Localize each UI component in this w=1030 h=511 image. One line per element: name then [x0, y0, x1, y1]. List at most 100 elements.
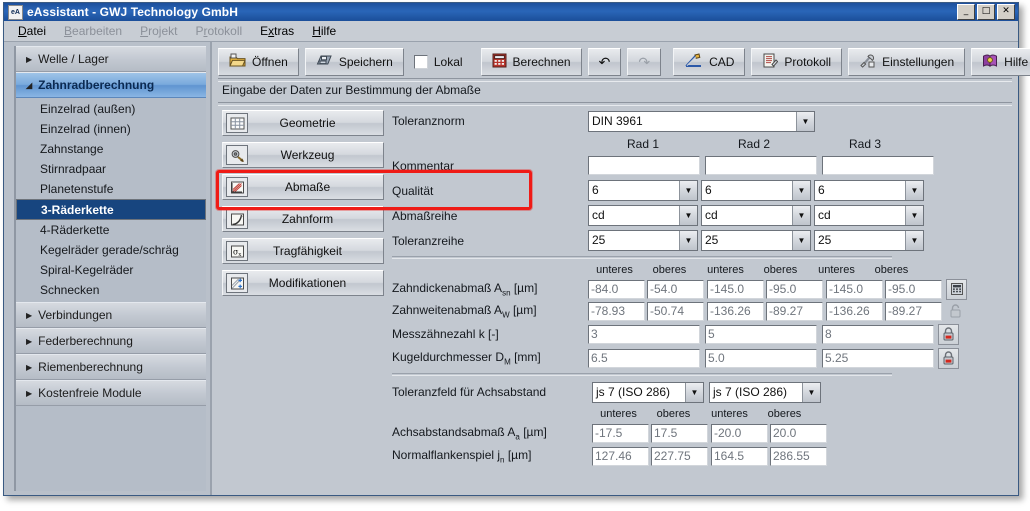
sidebar-group-verbindungen[interactable]: ▶ Verbindungen: [16, 302, 206, 328]
messzaehnezahl-input-rad2[interactable]: 5: [705, 325, 817, 344]
chevron-down-icon[interactable]: ▼: [905, 206, 923, 225]
zahndicke-input-3[interactable]: -145.0: [707, 280, 764, 299]
abmassreihe-select-rad1[interactable]: cd ▼: [588, 205, 698, 226]
maximize-button[interactable]: □: [977, 4, 995, 20]
kommentar-input-rad3[interactable]: [822, 156, 934, 175]
achsabstand-input-1[interactable]: -17.5: [592, 424, 649, 443]
zahnweite-input-5[interactable]: -136.26: [826, 302, 883, 321]
zahndicke-input-6[interactable]: -95.0: [885, 280, 942, 299]
zahndicke-input-5[interactable]: -145.0: [826, 280, 883, 299]
abmassreihe-select-rad3[interactable]: cd ▼: [814, 205, 924, 226]
zahnweite-input-3[interactable]: -136.26: [707, 302, 764, 321]
chevron-down-icon[interactable]: ▼: [679, 231, 697, 250]
minimize-button[interactable]: _: [957, 4, 975, 20]
toleranzreihe-select-rad3[interactable]: 25 ▼: [814, 230, 924, 251]
zahndicke-calculator-button[interactable]: [946, 279, 967, 300]
menu-item-datei[interactable]: DDateiatei: [18, 24, 46, 38]
zahndicke-input-2[interactable]: -54.0: [647, 280, 704, 299]
toleranzreihe-select-rad2[interactable]: 25 ▼: [701, 230, 811, 251]
kugeldurchmesser-input-rad1[interactable]: 6.5: [588, 349, 700, 368]
qualitaet-select-rad3[interactable]: 6 ▼: [814, 180, 924, 201]
cad-button[interactable]: CAD: [673, 48, 745, 76]
sidebar-group-riemenberechnung[interactable]: ▶ Riemenberechnung: [16, 354, 206, 380]
chevron-down-icon[interactable]: ▼: [685, 383, 703, 402]
chevron-down-icon[interactable]: ▼: [796, 112, 814, 131]
messzaehnezahl-lock-button[interactable]: [938, 324, 959, 345]
menu-item-hilfe[interactable]: Hilfe: [312, 24, 336, 38]
redo-button[interactable]: ↷: [627, 48, 661, 76]
kugeldurchmesser-input-rad2[interactable]: 5.0: [705, 349, 817, 368]
qualitaet-select-rad2[interactable]: 6 ▼: [701, 180, 811, 201]
sidebar-group-welle-lager[interactable]: ▶ Welle / Lager: [16, 46, 206, 72]
settings-button[interactable]: Einstellungen: [848, 48, 965, 76]
sidebar-item-einzelrad-aussen[interactable]: Einzelrad (außen): [16, 99, 206, 119]
achsabstand-input-2[interactable]: 17.5: [651, 424, 708, 443]
zahndicke-input-1[interactable]: -84.0: [588, 280, 645, 299]
menu-item-extras[interactable]: Extras: [260, 24, 294, 38]
nav-button-geometrie[interactable]: Geometrie: [222, 110, 384, 136]
chevron-down-icon[interactable]: ▼: [792, 231, 810, 250]
flankenspiel-input-2[interactable]: 227.75: [651, 447, 708, 466]
achsabstand-input-3[interactable]: -20.0: [711, 424, 768, 443]
flankenspiel-input-1[interactable]: 127.46: [592, 447, 649, 466]
chevron-down-icon[interactable]: ▼: [802, 383, 820, 402]
protocol-button[interactable]: Protokoll: [751, 48, 842, 76]
kommentar-input-rad2[interactable]: [705, 156, 817, 175]
menu-item-protokoll[interactable]: Protokoll: [195, 24, 242, 38]
zahnweite-input-4[interactable]: -89.27: [766, 302, 823, 321]
sidebar-item-zahnstange[interactable]: Zahnstange: [16, 139, 206, 159]
chevron-down-icon[interactable]: ▼: [792, 206, 810, 225]
help-button[interactable]: Hilfe: [971, 48, 1030, 76]
sidebar-item-spiral-kegelraeder[interactable]: Spiral-Kegelräder: [16, 260, 206, 280]
local-checkbox[interactable]: Lokal: [410, 49, 467, 75]
toleranznorm-select[interactable]: DIN 3961 ▼: [588, 111, 815, 132]
chevron-down-icon[interactable]: ▼: [679, 181, 697, 200]
sidebar-item-schnecken[interactable]: Schnecken: [16, 280, 206, 300]
sidebar-group-zahnradberechnung[interactable]: ◢ Zahnradberechnung: [16, 72, 206, 98]
save-button[interactable]: Speichern: [305, 48, 404, 76]
zahnweite-input-1[interactable]: -78.93: [588, 302, 645, 321]
flankenspiel-input-4[interactable]: 286.55: [770, 447, 827, 466]
achsabstand-input-4[interactable]: 20.0: [770, 424, 827, 443]
open-button[interactable]: Öffnen: [218, 48, 299, 76]
toleranzfeld-select-2[interactable]: js 7 (ISO 286) ▼: [709, 382, 821, 403]
menu-item-projekt[interactable]: Projekt: [140, 24, 177, 38]
chevron-down-icon[interactable]: ▼: [679, 206, 697, 225]
sidebar-group-kostenfreie-module[interactable]: ▶ Kostenfreie Module: [16, 380, 206, 406]
undo-button[interactable]: ↶: [588, 48, 622, 76]
zahnweite-input-2[interactable]: -50.74: [647, 302, 704, 321]
qualitaet-select-rad1[interactable]: 6 ▼: [588, 180, 698, 201]
nav-button-zahnform[interactable]: Zahnform: [222, 206, 384, 232]
flankenspiel-input-3[interactable]: 164.5: [711, 447, 768, 466]
kommentar-label: Kommentar: [392, 159, 588, 173]
sidebar-item-3-raederkette[interactable]: 3-Räderkette: [16, 199, 206, 220]
chevron-down-icon[interactable]: ▼: [792, 181, 810, 200]
kugeldurchmesser-input-rad3[interactable]: 5.25: [822, 349, 934, 368]
messzaehnezahl-input-rad1[interactable]: 3: [588, 325, 700, 344]
zahnweite-input-6[interactable]: -89.27: [885, 302, 942, 321]
nav-button-modifikationen[interactable]: Modifikationen: [222, 270, 384, 296]
sidebar-item-planetenstufe[interactable]: Planetenstufe: [16, 179, 206, 199]
nav-button-werkzeug[interactable]: Werkzeug: [222, 142, 384, 168]
sidebar-item-stirnradpaar[interactable]: Stirnradpaar: [16, 159, 206, 179]
sidebar-item-4-raederkette[interactable]: 4-Räderkette: [16, 220, 206, 240]
checkbox-icon[interactable]: [414, 55, 428, 69]
kugeldurchmesser-lock-button[interactable]: [938, 348, 959, 369]
zahnweite-lock-button[interactable]: [946, 302, 965, 321]
calculate-button[interactable]: Berechnen: [481, 48, 582, 76]
messzaehnezahl-input-rad3[interactable]: 8: [822, 325, 934, 344]
nav-button-abmasse[interactable]: Abmaße: [222, 174, 384, 200]
sidebar-group-federberechnung[interactable]: ▶ Federberechnung: [16, 328, 206, 354]
sidebar-item-kegelraeder[interactable]: Kegelräder gerade/schräg: [16, 240, 206, 260]
toleranzfeld-select-1[interactable]: js 7 (ISO 286) ▼: [592, 382, 704, 403]
sidebar-item-einzelrad-innen[interactable]: Einzelrad (innen): [16, 119, 206, 139]
zahndicke-input-4[interactable]: -95.0: [766, 280, 823, 299]
nav-button-tragfaehigkeit[interactable]: σx Tragfähigkeit: [222, 238, 384, 264]
chevron-down-icon[interactable]: ▼: [905, 231, 923, 250]
kommentar-input-rad1[interactable]: [588, 156, 700, 175]
close-button[interactable]: ✕: [997, 4, 1015, 20]
menu-item-bearbeiten[interactable]: Bearbeiten: [64, 24, 122, 38]
chevron-down-icon[interactable]: ▼: [905, 181, 923, 200]
abmassreihe-select-rad2[interactable]: cd ▼: [701, 205, 811, 226]
toleranzreihe-select-rad1[interactable]: 25 ▼: [588, 230, 698, 251]
